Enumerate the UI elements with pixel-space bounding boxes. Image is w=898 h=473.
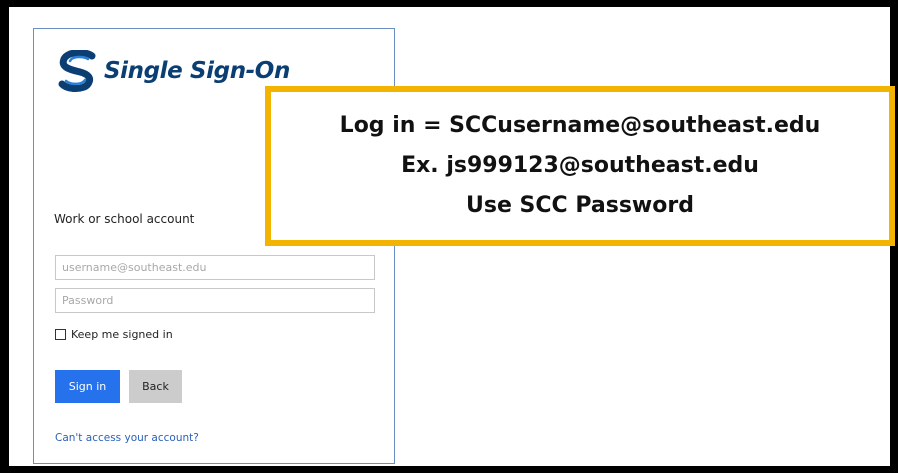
username-input[interactable] [55,255,375,280]
sso-s-logo-icon [58,50,96,92]
login-instructions-callout: Log in = SCCusername@southeast.edu Ex. j… [265,86,895,246]
keep-signed-in-checkbox[interactable] [55,329,66,340]
cant-access-account-link[interactable]: Can't access your account? [55,432,199,444]
callout-example: Ex. js999123@southeast.edu [401,153,759,178]
sign-in-button[interactable]: Sign in [55,370,120,403]
keep-signed-in-row[interactable]: Keep me signed in [55,328,173,341]
back-button[interactable]: Back [129,370,182,403]
callout-password-note: Use SCC Password [466,193,694,218]
password-input[interactable] [55,288,375,313]
brand-title: Single Sign-On [104,58,290,84]
brand-header: Single Sign-On [58,49,290,93]
callout-login-format: Log in = SCCusername@southeast.edu [339,113,821,138]
account-type-label: Work or school account [54,212,195,226]
screenshot-canvas: Single Sign-On Work or school account Ke… [9,7,895,466]
keep-signed-in-label: Keep me signed in [71,328,173,341]
